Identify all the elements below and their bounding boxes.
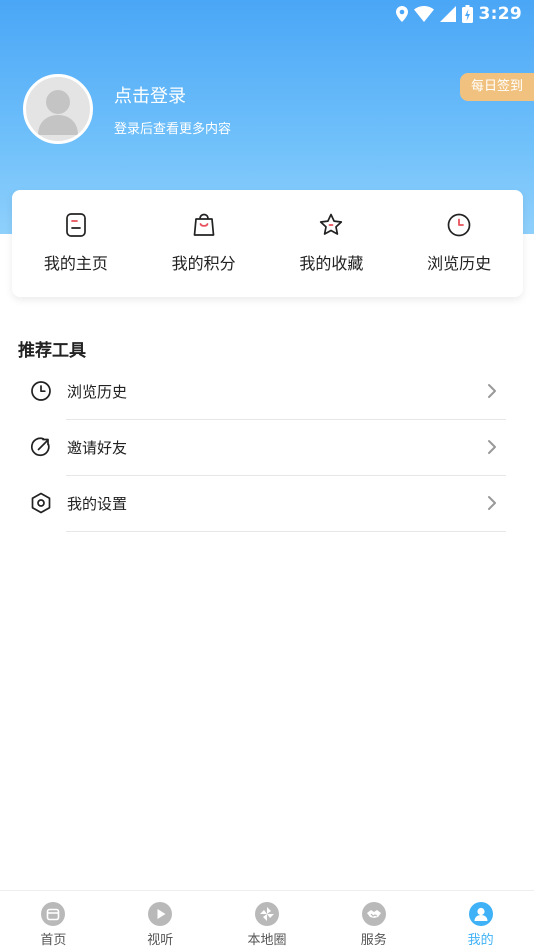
chevron-right-icon xyxy=(488,496,496,510)
tool-row-settings[interactable]: 我的设置 xyxy=(0,476,534,532)
clock-icon xyxy=(447,213,471,237)
status-bar: 3:29 xyxy=(0,0,534,28)
star-icon xyxy=(320,213,343,235)
tab-label: 服务 xyxy=(360,933,387,948)
tab-label: 我的 xyxy=(467,933,494,948)
chevron-right-icon xyxy=(488,384,496,398)
default-avatar-icon xyxy=(38,90,78,135)
quick-action-points[interactable]: 我的积分 xyxy=(140,190,268,297)
tool-row-invite[interactable]: 邀请好友 xyxy=(0,420,534,476)
tool-label: 我的设置 xyxy=(67,495,128,513)
shopping-bag-icon xyxy=(193,213,214,236)
tab-label: 本地圈 xyxy=(247,933,287,948)
battery-icon xyxy=(461,5,473,23)
quick-action-favorites[interactable]: 我的收藏 xyxy=(268,190,396,297)
tools-section-title: 推荐工具 xyxy=(18,341,86,361)
home-icon xyxy=(41,902,66,926)
login-subtitle: 登录后查看更多内容 xyxy=(114,122,232,137)
status-icons: 3:29 xyxy=(395,4,522,24)
quick-action-label: 浏览历史 xyxy=(427,254,492,273)
profile-icon xyxy=(468,902,493,926)
quick-action-label: 我的收藏 xyxy=(299,254,364,273)
tool-label: 浏览历史 xyxy=(67,383,128,401)
wifi-icon xyxy=(413,6,434,22)
login-prompt[interactable]: 点击登录 xyxy=(114,82,186,108)
divider xyxy=(66,531,506,532)
signal-icon xyxy=(439,6,456,22)
homepage-icon xyxy=(66,213,86,237)
tab-mine[interactable]: 我的 xyxy=(427,891,534,950)
clock-icon xyxy=(31,381,51,401)
settings-icon xyxy=(31,492,51,514)
bottom-tab-bar: 首页 视听 本地圈 服务 我的 xyxy=(0,890,534,950)
play-icon xyxy=(148,902,173,926)
quick-action-label: 我的积分 xyxy=(171,254,236,273)
quick-action-label: 我的主页 xyxy=(43,254,108,273)
tab-services[interactable]: 服务 xyxy=(320,891,427,950)
tool-row-history[interactable]: 浏览历史 xyxy=(0,364,534,420)
chevron-right-icon xyxy=(488,440,496,454)
share-icon xyxy=(30,437,50,457)
tab-label: 视听 xyxy=(147,933,174,948)
tab-media[interactable]: 视听 xyxy=(107,891,214,950)
quick-action-homepage[interactable]: 我的主页 xyxy=(12,190,140,297)
daily-signin-button[interactable]: 每日签到 xyxy=(460,73,534,101)
tab-local[interactable]: 本地圈 xyxy=(214,891,321,950)
quick-actions-card: 我的主页 我的积分 我的收藏 浏览历史 xyxy=(12,190,523,297)
tab-home[interactable]: 首页 xyxy=(0,891,107,950)
pinwheel-icon xyxy=(254,902,279,926)
quick-action-history[interactable]: 浏览历史 xyxy=(395,190,523,297)
avatar[interactable] xyxy=(23,74,93,144)
location-icon xyxy=(395,6,408,22)
status-time: 3:29 xyxy=(478,4,522,24)
handshake-icon xyxy=(361,902,386,926)
tool-label: 邀请好友 xyxy=(67,439,128,457)
tab-label: 首页 xyxy=(40,933,67,948)
